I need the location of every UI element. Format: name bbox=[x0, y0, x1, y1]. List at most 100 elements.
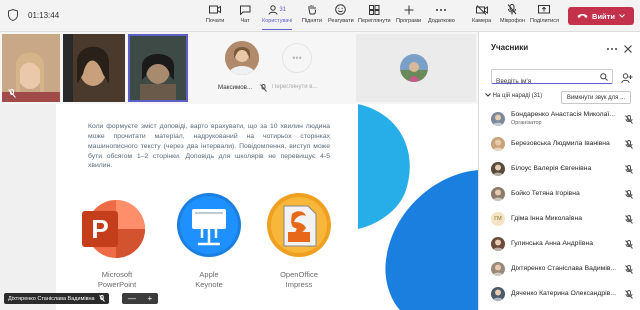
participant-role: Організатор bbox=[511, 120, 542, 126]
search-icon bbox=[600, 73, 608, 81]
participant-avatar-tile[interactable] bbox=[356, 34, 476, 102]
avatar bbox=[491, 162, 505, 176]
avatar bbox=[491, 262, 505, 276]
participant-name: Березовська Людмила Іванівна bbox=[511, 140, 610, 147]
app-label-line: PowerPoint bbox=[97, 279, 137, 289]
react-button[interactable]: Реагувати bbox=[328, 4, 354, 30]
camera-toggle[interactable]: Камера bbox=[472, 4, 491, 30]
chat-icon bbox=[239, 4, 251, 15]
zoom-in-button[interactable]: + bbox=[147, 294, 152, 303]
participant-video-tile-active[interactable] bbox=[128, 34, 188, 102]
panel-close-button[interactable] bbox=[623, 41, 633, 53]
panel-more-button[interactable] bbox=[606, 41, 618, 51]
mic-off-icon bbox=[260, 84, 267, 92]
leave-button[interactable]: Вийти bbox=[568, 7, 634, 25]
stage-margin bbox=[0, 104, 56, 310]
app-label-line: Keynote bbox=[195, 279, 223, 289]
powerpoint-logo: P bbox=[76, 194, 146, 264]
hand-icon bbox=[306, 4, 318, 15]
app-label-powerpoint: Microsoft PowerPoint bbox=[72, 270, 162, 290]
raise-hand-button[interactable]: Підняти bbox=[302, 4, 322, 30]
openoffice-impress-logo bbox=[266, 192, 332, 258]
participant-video bbox=[63, 34, 125, 102]
mic-off-icon bbox=[98, 295, 105, 302]
mic-off-icon bbox=[625, 140, 633, 149]
participant-tile-name: Максимов... bbox=[218, 84, 253, 91]
app-label-impress: OpenOffice Impress bbox=[254, 270, 344, 290]
meeting-timer: 01:13:44 bbox=[28, 11, 60, 20]
section-label: На цій нараді (31) bbox=[492, 93, 543, 99]
app-label-line: Impress bbox=[285, 279, 313, 289]
participant-search bbox=[491, 69, 613, 88]
participant-row[interactable]: Бондаренко Анастасія Миколаї... Організат… bbox=[479, 107, 640, 131]
participant-video bbox=[130, 36, 186, 100]
participant-name: Гдіма Інна Миколаївна bbox=[511, 215, 583, 222]
mic-off-icon bbox=[625, 115, 633, 124]
microphone-toggle[interactable]: Мікрофон bbox=[500, 4, 525, 30]
grid-icon bbox=[368, 4, 380, 15]
more-button[interactable]: Додатково bbox=[428, 4, 455, 30]
participant-name: Бойко Тетяна Ігорівна bbox=[511, 190, 580, 197]
app-label-line: Microsoft bbox=[101, 270, 133, 279]
overflow-tile-label: Переглянути в... bbox=[272, 84, 318, 90]
mic-off-icon bbox=[625, 265, 633, 274]
close-icon bbox=[624, 45, 632, 53]
participant-row[interactable]: Дяченко Катерина Олександрів... bbox=[479, 282, 640, 306]
participant-row[interactable]: Бойко Тетяна Ігорівна bbox=[479, 182, 640, 206]
zoom-controls: — + bbox=[122, 293, 158, 304]
meeting-stage: Максимов... ••• Переглянути в... Коли фо… bbox=[0, 32, 478, 310]
participant-video-tile[interactable] bbox=[63, 34, 125, 102]
avatar bbox=[225, 41, 259, 75]
participant-avatar-tile[interactable]: Максимов... bbox=[218, 34, 278, 102]
participant-name: Діхтяренко Станіслава Вадимів... bbox=[511, 265, 617, 272]
overflow-tile[interactable]: ••• Переглянути в... bbox=[272, 34, 330, 102]
zoom-out-button[interactable]: — bbox=[128, 294, 136, 303]
camera-off-icon bbox=[475, 4, 488, 15]
chevron-down-icon bbox=[619, 14, 625, 18]
shared-slide: Коли формуєте зміст доповіді, варто врах… bbox=[56, 104, 478, 310]
more-participants-circle: ••• bbox=[282, 43, 312, 73]
participant-row[interactable]: Білоус Валерія Євгенівна bbox=[479, 157, 640, 181]
view-label: Переглянути bbox=[358, 18, 391, 24]
app-label-keynote: Apple Keynote bbox=[164, 270, 254, 290]
mic-off-icon bbox=[625, 290, 633, 299]
avatar: ГМ bbox=[491, 212, 505, 226]
section-header[interactable]: На цій нараді (31) bbox=[485, 93, 542, 99]
microphone-label: Мікрофон bbox=[500, 18, 525, 24]
video-camera-icon bbox=[209, 4, 222, 15]
participant-row[interactable]: Гулинська Анна Андріївна bbox=[479, 232, 640, 256]
mic-off-icon bbox=[625, 215, 633, 224]
search-input[interactable] bbox=[492, 75, 598, 88]
participant-name: Гулинська Анна Андріївна bbox=[511, 240, 594, 247]
start-button[interactable]: Почати bbox=[206, 4, 224, 30]
people-button[interactable]: 31 Користувачі bbox=[262, 4, 293, 30]
avatar bbox=[491, 287, 505, 301]
add-participant-button[interactable] bbox=[621, 71, 633, 84]
camera-label: Камера bbox=[472, 18, 492, 24]
share-screen-icon bbox=[538, 4, 551, 15]
mic-off-icon bbox=[506, 4, 518, 15]
participant-video-tile[interactable] bbox=[2, 34, 60, 102]
participant-row[interactable]: Діхтяренко Станіслава Вадимів... bbox=[479, 257, 640, 281]
mic-off-icon bbox=[625, 165, 633, 174]
app-label-line: Apple bbox=[199, 270, 219, 279]
mute-all-button[interactable]: Вимкнути звук для ... bbox=[561, 91, 631, 104]
mic-off-icon bbox=[8, 89, 16, 98]
chat-button[interactable]: Чат bbox=[239, 4, 251, 30]
keynote-logo bbox=[176, 192, 242, 258]
share-button[interactable]: Поділитися bbox=[530, 4, 559, 30]
more-dots-icon bbox=[607, 48, 617, 50]
svg-text:P: P bbox=[91, 214, 108, 244]
chat-label: Чат bbox=[240, 18, 250, 24]
avatar bbox=[400, 54, 428, 82]
phone-hangup-icon bbox=[577, 13, 588, 18]
participant-row[interactable]: Березовська Людмила Іванівна bbox=[479, 132, 640, 156]
avatar bbox=[491, 187, 505, 201]
apps-button[interactable]: Програми bbox=[396, 4, 421, 30]
plus-icon bbox=[403, 4, 415, 15]
react-label: Реагувати bbox=[328, 18, 354, 24]
participant-row[interactable]: ГМ Гдіма Інна Миколаївна bbox=[479, 207, 640, 231]
view-button[interactable]: Переглянути bbox=[358, 4, 391, 30]
people-count: 31 bbox=[279, 6, 287, 13]
participant-name: Бондаренко Анастасія Миколаї... bbox=[511, 111, 615, 118]
